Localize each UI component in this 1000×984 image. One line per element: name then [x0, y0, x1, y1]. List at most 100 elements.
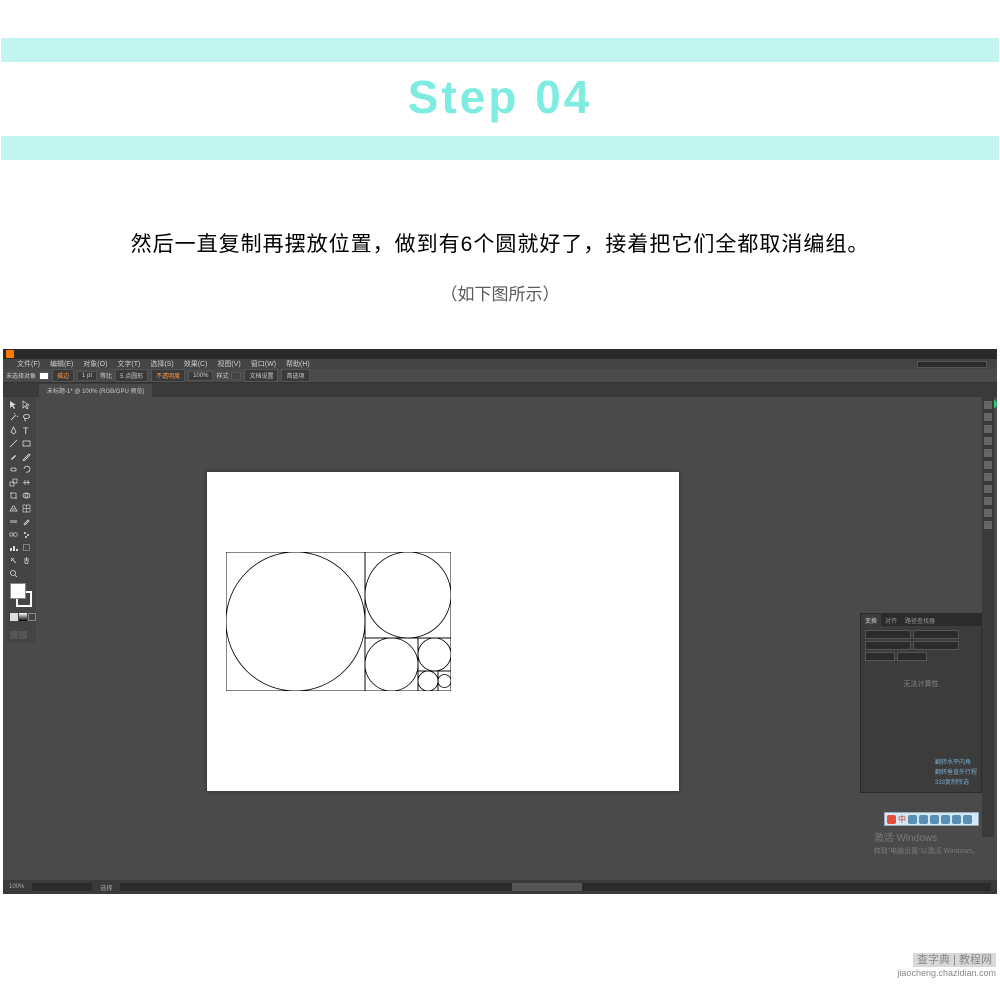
rotate-tool[interactable] [21, 464, 32, 475]
angle-field[interactable] [865, 652, 895, 661]
activate-line1: 激活 Windows [874, 832, 979, 845]
artboard [207, 472, 679, 791]
mesh-tool[interactable] [21, 503, 32, 514]
panel-graphic-styles-icon[interactable] [984, 497, 992, 505]
slice-tool[interactable] [8, 555, 19, 566]
transform-panel: 变换 对齐 路径查找器 无法计算性 翻转水平内角 翻转垂直外行程 333复制所选 [860, 613, 982, 793]
type-tool[interactable]: T [21, 425, 32, 436]
pencil-tool[interactable] [21, 451, 32, 462]
tab-align[interactable]: 对齐 [881, 614, 901, 626]
blend-tool[interactable] [8, 529, 19, 540]
doc-setup-button[interactable]: 文档设置 [244, 369, 278, 382]
panel-brushes-icon[interactable] [984, 425, 992, 433]
zoom-level[interactable]: 100% [9, 884, 24, 890]
free-transform-tool[interactable] [8, 490, 19, 501]
top-divider [1, 38, 999, 62]
selection-tool[interactable] [8, 399, 19, 410]
opacity-label[interactable]: 不透明度 [151, 369, 185, 382]
ime-lang-label: 中 [898, 814, 906, 825]
selection-status: 未选择对象 [6, 371, 36, 380]
zoom-tool[interactable] [8, 568, 19, 579]
panel-gradient-icon[interactable] [984, 461, 992, 469]
subcaption-text: （如下图所示） [0, 280, 1000, 305]
line-tool[interactable] [8, 438, 19, 449]
style-swatch[interactable] [231, 372, 241, 380]
menu-view[interactable]: 视图(V) [217, 359, 240, 369]
stroke-label[interactable]: 描边 [52, 369, 74, 382]
tab-pathfinder[interactable]: 路径查找器 [901, 614, 939, 626]
document-tab[interactable]: 未标题-1* @ 100% (RGB/GPU 预览) [39, 384, 152, 397]
stroke-weight[interactable]: 1 pt [77, 371, 97, 381]
color-mode-none[interactable] [28, 613, 36, 621]
panel-swatches-icon[interactable] [984, 413, 992, 421]
prefs-button[interactable]: 首选项 [281, 369, 309, 382]
w-field[interactable] [913, 630, 959, 639]
lasso-tool[interactable] [21, 412, 32, 423]
color-mode-solid[interactable] [10, 613, 18, 621]
menu-edit[interactable]: 编辑(E) [50, 359, 73, 369]
instruction-text: 然后一直复制再摆放位置，做到有6个圆就好了，接着把它们全都取消编组。 [0, 228, 1000, 258]
panel-transparency-icon[interactable] [984, 473, 992, 481]
pen-tool[interactable] [8, 425, 19, 436]
uniform-label: 等比 [100, 371, 112, 380]
panel-artboards-icon[interactable] [984, 521, 992, 529]
ime-login-icon[interactable] [941, 815, 950, 824]
color-mode-gradient[interactable] [19, 613, 27, 621]
ime-keyboard-icon[interactable] [919, 815, 928, 824]
h-field[interactable] [913, 641, 959, 650]
menu-item-2[interactable]: 翻转垂直外行程 [935, 768, 977, 778]
search-input[interactable] [917, 361, 987, 368]
panel-layers-icon[interactable] [984, 509, 992, 517]
eraser-tool[interactable] [8, 464, 19, 475]
magic-wand-tool[interactable] [8, 412, 19, 423]
screen-mode-full[interactable] [19, 631, 27, 639]
menu-bar: 文件(F) 编辑(E) 对象(O) 文字(T) 选择(S) 效果(C) 视图(V… [3, 359, 997, 369]
opacity-value[interactable]: 100% [188, 371, 213, 381]
gradient-tool[interactable] [8, 516, 19, 527]
shear-field[interactable] [897, 652, 927, 661]
menu-object[interactable]: 对象(O) [83, 359, 107, 369]
fill-swatch[interactable] [39, 372, 49, 380]
x-field[interactable] [865, 630, 911, 639]
menu-file[interactable]: 文件(F) [17, 359, 40, 369]
rectangle-tool[interactable] [21, 438, 32, 449]
panel-color-icon[interactable] [984, 401, 992, 409]
menu-type[interactable]: 文字(T) [117, 359, 140, 369]
canvas-area[interactable] [39, 397, 982, 880]
panel-symbols-icon[interactable] [984, 437, 992, 445]
nav-preview[interactable] [32, 883, 92, 891]
points-dropdown[interactable]: 5 点圆形 [115, 369, 148, 382]
artboard-tool[interactable] [21, 542, 32, 553]
y-field[interactable] [865, 641, 911, 650]
ime-moon-icon[interactable] [908, 815, 917, 824]
panel-stroke-icon[interactable] [984, 449, 992, 457]
symbol-sprayer-tool[interactable] [21, 529, 32, 540]
scale-tool[interactable] [8, 477, 19, 488]
hand-tool[interactable] [21, 555, 32, 566]
panel-appearance-icon[interactable] [984, 485, 992, 493]
ime-settings-icon[interactable] [952, 815, 961, 824]
paintbrush-tool[interactable] [8, 451, 19, 462]
tab-transform[interactable]: 变换 [861, 614, 881, 626]
menu-item-1[interactable]: 翻转水平内角 [935, 758, 977, 768]
menu-item-3[interactable]: 333复制所选 [935, 778, 977, 788]
column-graph-tool[interactable] [8, 542, 19, 553]
width-tool[interactable] [21, 477, 32, 488]
menu-help[interactable]: 帮助(H) [286, 359, 310, 369]
screen-mode-normal[interactable] [10, 631, 18, 639]
ime-wrench-icon[interactable] [963, 815, 972, 824]
ime-face-icon[interactable] [930, 815, 939, 824]
perspective-tool[interactable] [8, 503, 19, 514]
menu-window[interactable]: 窗口(W) [251, 359, 276, 369]
activate-line2: 转到"电脑设置"以激活 Windows。 [874, 845, 979, 858]
shape-builder-tool[interactable] [21, 490, 32, 501]
menu-select[interactable]: 选择(S) [150, 359, 173, 369]
eyedropper-tool[interactable] [21, 516, 32, 527]
menu-effect[interactable]: 效果(C) [184, 359, 208, 369]
direct-selection-tool[interactable] [21, 399, 32, 410]
svg-text:T: T [23, 426, 29, 435]
ime-toolbar[interactable]: 中 [884, 812, 979, 826]
bottom-divider [1, 136, 999, 160]
fill-stroke-control[interactable] [10, 583, 32, 607]
horizontal-scrollbar[interactable] [120, 883, 991, 891]
